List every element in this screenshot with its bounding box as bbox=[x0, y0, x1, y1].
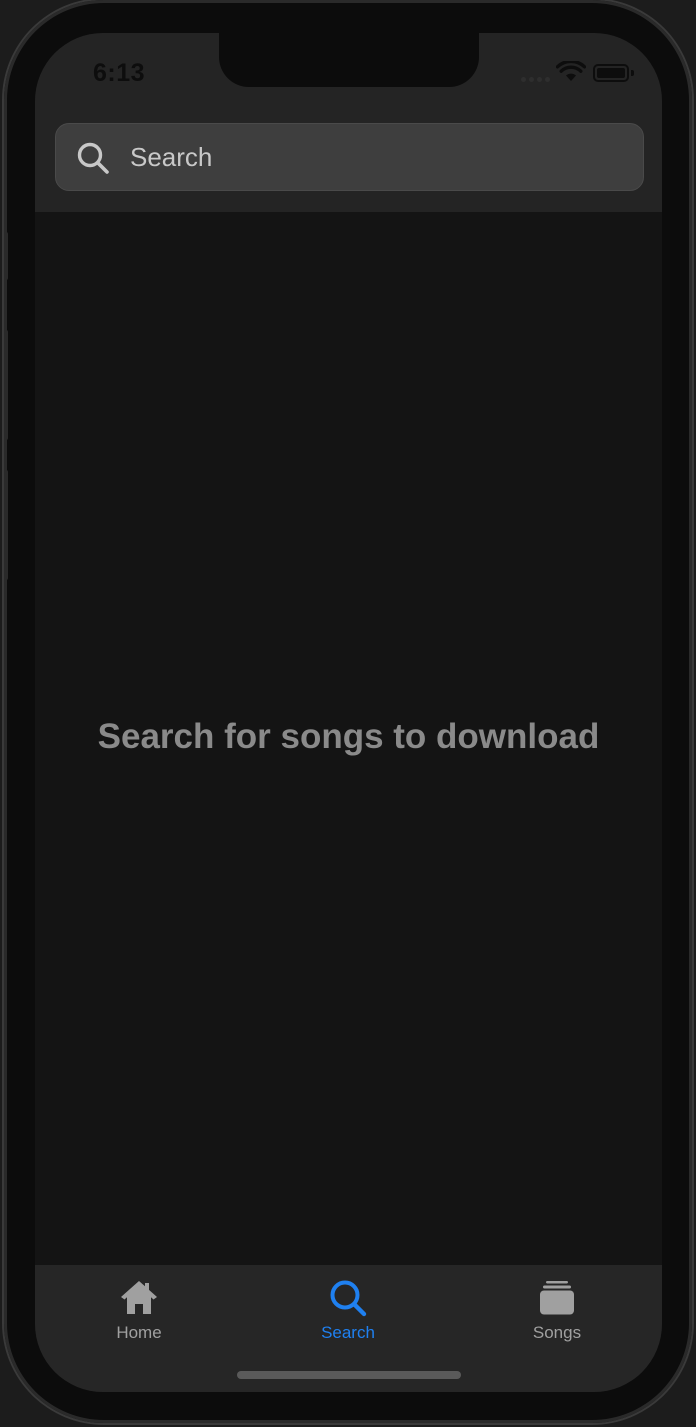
search-icon bbox=[77, 142, 109, 174]
battery-icon bbox=[593, 64, 629, 82]
search-bar[interactable] bbox=[55, 123, 644, 191]
home-indicator[interactable] bbox=[237, 1371, 461, 1379]
wifi-icon bbox=[556, 61, 586, 81]
volume-up-button bbox=[4, 330, 8, 440]
notch bbox=[219, 33, 479, 87]
tab-songs-label: Songs bbox=[532, 1323, 582, 1342]
volume-down-button bbox=[4, 470, 8, 580]
tab-search[interactable]: Search bbox=[278, 1277, 418, 1343]
empty-state-message: Search for songs to download bbox=[97, 717, 600, 756]
magnifying-glass-icon bbox=[330, 1280, 367, 1317]
tab-home[interactable]: Home bbox=[69, 1277, 209, 1343]
tab-songs[interactable]: Songs bbox=[487, 1277, 627, 1343]
mute-switch bbox=[4, 232, 8, 280]
battery-tip bbox=[631, 70, 634, 76]
tab-home-label: Home bbox=[116, 1323, 162, 1342]
app-screen: 6:13 Search for songs to download Home bbox=[35, 33, 662, 1392]
search-input[interactable] bbox=[130, 124, 620, 190]
tab-search-label: Search bbox=[321, 1323, 375, 1342]
status-time: 6:13 bbox=[93, 59, 146, 87]
stack-icon bbox=[540, 1281, 574, 1315]
cellular-signal-icon bbox=[521, 77, 550, 82]
house-icon bbox=[121, 1281, 157, 1314]
